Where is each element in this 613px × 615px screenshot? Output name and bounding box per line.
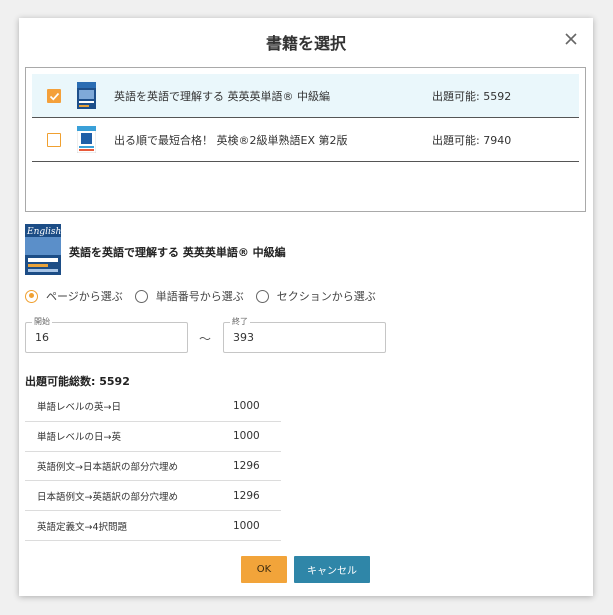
range-end-input[interactable]	[233, 331, 373, 344]
range-mode-word-number[interactable]: 単語番号から選ぶ	[134, 288, 244, 304]
book-cover-icon	[77, 126, 96, 153]
range-start-label: 開始	[32, 317, 52, 327]
range-end-label: 終了	[230, 317, 250, 327]
range-start-input[interactable]	[35, 331, 175, 344]
question-type-name: 英語定義文→4択問題	[37, 521, 128, 533]
ok-button[interactable]: OK	[241, 556, 287, 583]
range-mode-section[interactable]: セクションから選ぶ	[255, 288, 376, 304]
dialog-title: 書籍を選択	[265, 34, 346, 53]
range-separator: 〜	[199, 332, 212, 346]
question-type-name: 英語例文→日本語訳の部分穴埋め	[37, 461, 178, 473]
book-cover-icon	[77, 82, 96, 109]
radio-label: ページから選ぶ	[46, 290, 123, 303]
radio-label: 単語番号から選ぶ	[155, 290, 244, 303]
question-type-name: 単語レベルの英→日	[37, 402, 121, 414]
selected-book-title: 英語を英語で理解する 英英英単語® 中級編	[69, 245, 286, 259]
range-start-field[interactable]: 開始	[25, 317, 188, 353]
range-mode-group: ページから選ぶ 単語番号から選ぶ セクションから選ぶ	[25, 288, 388, 304]
radio-button[interactable]	[25, 289, 38, 303]
range-end-field[interactable]: 終了	[223, 317, 386, 353]
cancel-button[interactable]: キャンセル	[294, 556, 370, 583]
total-count-label: 出題可能総数: 5592	[25, 375, 130, 388]
table-row: 単語レベルの日→英 1000	[25, 422, 281, 452]
table-row: 英語定義文→4択問題 1000	[25, 511, 281, 541]
selected-book-cover-text: English	[26, 227, 61, 237]
radio-button[interactable]	[134, 289, 148, 303]
question-type-count: 1000	[233, 400, 260, 413]
question-type-table: 単語レベルの英→日 1000 単語レベルの日→英 1000 英語例文→日本語訳の…	[25, 392, 281, 541]
close-icon[interactable]	[563, 31, 579, 47]
question-type-name: 日本語例文→英語訳の部分穴埋め	[37, 491, 178, 503]
book-name: 出る順で最短合格！ 英検®2級単熟語EX 第2版	[114, 133, 348, 147]
book-row[interactable]: 出る順で最短合格！ 英検®2級単熟語EX 第2版 出題可能: 7940	[32, 118, 579, 162]
check-icon	[49, 92, 60, 101]
selected-book: English 英語を英語で理解する 英英英単語® 中級編	[25, 224, 286, 275]
book-list: 英語を英語で理解する 英英英単語® 中級編 出題可能: 5592 出る順で最短合…	[25, 67, 586, 212]
question-type-count: 1296	[233, 459, 260, 472]
question-type-name: 単語レベルの日→英	[37, 432, 121, 444]
table-row: 英語例文→日本語訳の部分穴埋め 1296	[25, 452, 281, 482]
range-mode-page[interactable]: ページから選ぶ	[25, 288, 123, 304]
book-name: 英語を英語で理解する 英英英単語® 中級編	[114, 89, 330, 103]
radio-label: セクションから選ぶ	[276, 290, 376, 303]
question-type-count: 1000	[233, 519, 260, 532]
book-row[interactable]: 英語を英語で理解する 英英英単語® 中級編 出題可能: 5592	[32, 74, 579, 118]
table-row: 単語レベルの英→日 1000	[25, 392, 281, 422]
table-row: 日本語例文→英語訳の部分穴埋め 1296	[25, 481, 281, 512]
book-count: 出題可能: 5592	[432, 89, 512, 103]
book-checkbox[interactable]	[47, 132, 61, 147]
question-type-count: 1000	[233, 430, 260, 443]
question-type-count: 1296	[233, 489, 260, 502]
book-count: 出題可能: 7940	[432, 133, 512, 147]
selected-book-cover: English	[25, 224, 61, 275]
book-checkbox[interactable]	[47, 88, 61, 103]
radio-button[interactable]	[255, 289, 269, 303]
book-select-dialog: 書籍を選択 英語を英語で理解する 英英英単語® 中級編 出題可能: 5592 出…	[19, 18, 593, 596]
